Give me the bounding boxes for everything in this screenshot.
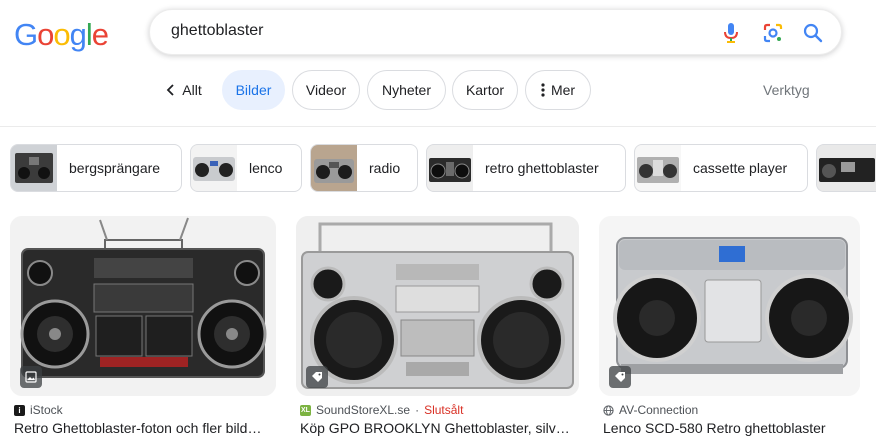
search-input[interactable]: ghettoblaster (171, 22, 264, 40)
chip-partial[interactable] (816, 144, 876, 192)
logo-letter: o (37, 17, 54, 52)
status-badge: Slutsålt (424, 403, 464, 417)
chip-thumbnail (635, 145, 681, 191)
source-separator: · (415, 403, 420, 417)
search-icon[interactable] (801, 21, 825, 45)
tab-more[interactable]: Mer (525, 70, 591, 110)
tab-label: Videor (305, 82, 347, 98)
result-image[interactable] (10, 216, 276, 396)
source-name: iStock (30, 403, 63, 417)
chip-label: retro ghettoblaster (485, 160, 599, 176)
result-image[interactable] (296, 216, 579, 396)
globe-icon (603, 404, 614, 416)
chip-retro-ghettoblaster[interactable]: retro ghettoblaster (426, 144, 626, 192)
chip-cassette-player[interactable]: cassette player (634, 144, 808, 192)
result-title[interactable]: Lenco SCD-580 Retro ghettoblaster (603, 420, 858, 436)
result-source[interactable]: XL SoundStoreXL.se · Slutsålt (300, 403, 463, 417)
tab-label: Bilder (235, 82, 272, 98)
divider (0, 126, 876, 127)
source-name: SoundStoreXL.se (316, 403, 411, 417)
image-result[interactable]: XL SoundStoreXL.se · Slutsålt Köp GPO BR… (296, 216, 579, 436)
tab-all[interactable]: Allt (156, 70, 212, 110)
tab-label: Allt (182, 82, 202, 98)
tab-maps[interactable]: Kartor (452, 70, 518, 110)
chip-lenco[interactable]: lenco (190, 144, 302, 192)
image-icon (20, 366, 42, 388)
tab-label: Nyheter (381, 82, 432, 98)
chevron-left-icon (166, 84, 174, 96)
logo-letter: g (69, 17, 87, 52)
logo-letter: o (53, 17, 70, 52)
chip-thumbnail (311, 145, 357, 191)
logo-letter: G (14, 17, 38, 52)
google-logo[interactable]: Google (14, 17, 109, 53)
result-source[interactable]: AV-Connection (603, 403, 698, 417)
chip-thumbnail (427, 145, 473, 191)
search-box[interactable]: ghettoblaster (149, 9, 842, 55)
result-image[interactable] (599, 216, 860, 396)
istock-favicon: i (14, 404, 25, 416)
tag-icon (609, 366, 631, 388)
chip-radio[interactable]: radio (310, 144, 418, 192)
image-result[interactable]: AV-Connection Lenco SCD-580 Retro ghetto… (599, 216, 860, 436)
microphone-icon[interactable] (719, 21, 743, 45)
chip-thumbnail (817, 145, 876, 191)
result-source[interactable]: i iStock (14, 403, 63, 417)
tools-button[interactable]: Verktyg (763, 82, 810, 98)
tab-label: Mer (550, 82, 576, 98)
tab-images[interactable]: Bilder (222, 70, 285, 110)
tab-label: Kartor (465, 82, 505, 98)
lens-icon[interactable] (761, 21, 785, 45)
tag-icon (306, 366, 328, 388)
tab-videos[interactable]: Videor (292, 70, 360, 110)
logo-letter: e (91, 17, 109, 52)
result-title[interactable]: Retro Ghettoblaster-foton och fler bild… (14, 420, 274, 436)
chip-thumbnail (191, 145, 237, 191)
search-tabs: Allt Bilder Videor Nyheter Kartor Mer Ve… (0, 70, 876, 112)
chip-thumbnail (11, 145, 57, 191)
tab-news[interactable]: Nyheter (367, 70, 446, 110)
chip-bergsprangare[interactable]: bergsprängare (10, 144, 182, 192)
soundstorexl-favicon: XL (300, 404, 311, 416)
chip-label: cassette player (693, 160, 788, 176)
image-result[interactable]: i iStock Retro Ghettoblaster-foton och f… (10, 216, 276, 436)
more-vertical-icon (541, 83, 545, 97)
result-title[interactable]: Köp GPO BROOKLYN Ghettoblaster, silver… (300, 420, 577, 436)
source-name: AV-Connection (619, 403, 699, 417)
chip-label: lenco (249, 160, 283, 176)
chip-label: bergsprängare (69, 160, 161, 176)
chip-label: radio (369, 160, 401, 176)
